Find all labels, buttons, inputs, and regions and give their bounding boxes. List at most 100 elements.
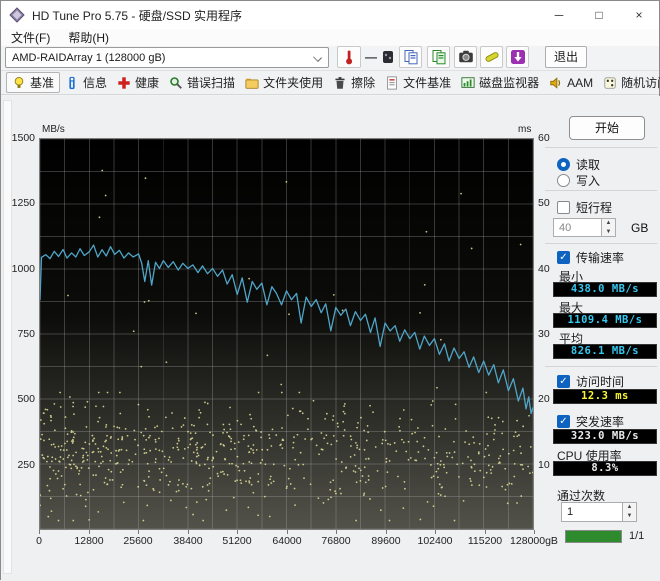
x-axis-tickmark [89,530,90,534]
tab-error-scan[interactable]: 错误扫描 [164,72,240,93]
x-axis-tickmark [287,530,288,534]
tab-folder-usage[interactable]: 文件夹使用 [240,72,328,93]
random-icon [603,76,617,90]
tab-file-benchmark[interactable]: 文件基准 [380,72,456,93]
burst-rate-label: 突发速率 [576,414,625,429]
short-stroke-checkbox[interactable]: 短行程 [557,200,613,215]
magnifier-icon [169,76,183,90]
short-stroke-stepper[interactable]: 40 ▲ ▼ [553,218,616,237]
burst-rate-checkbox[interactable]: 突发速率 [557,414,625,429]
tab-bar: 基准信息健康错误扫描文件夹使用擦除文件基准磁盘监视器AAM随机访问额外测试 [1,70,660,95]
pass-count-stepper-arrows[interactable]: ▲ ▼ [622,502,637,522]
transfer-rate-checkbox[interactable]: 传输速率 [557,250,625,265]
tab-label: 信息 [83,76,108,90]
x-axis-tickmark [485,530,486,534]
app-window: HD Tune Pro 5.75 - 硬盘/SSD 实用程序 ─ □ × 文件(… [0,0,660,581]
write-radio[interactable]: 写入 [557,173,601,188]
tab-label: 基准 [30,76,55,90]
x-axis-tickmark [435,530,436,534]
up-arrow-icon[interactable]: ▲ [602,219,615,228]
menu-bar: 文件(F) 帮助(H) [1,29,659,46]
x-axis-tickmark [534,530,535,534]
folder-icon [245,76,259,90]
burst-rate-checkbox-box [557,414,570,428]
x-axis-tick: 76800 [321,535,351,547]
y-axis-left-title: MB/s [42,124,65,135]
exit-button[interactable]: 退出 [545,46,587,68]
app-icon [9,7,25,23]
write-radio-label: 写入 [576,173,601,188]
transfer-rate-label: 传输速率 [576,250,625,265]
control-panel: 开始 读取 写入 短行程 40 ▲▼ GB 传 [541,96,660,581]
benchmark-chart[interactable] [39,138,534,530]
up-arrow-icon[interactable]: ▲ [623,503,636,512]
tab-disk-monitor[interactable]: 磁盘监视器 [456,72,544,93]
tab-label: 磁盘监视器 [479,76,540,90]
maximize-button[interactable]: □ [579,1,619,29]
tab-health[interactable]: 健康 [112,72,164,93]
minimize-button[interactable]: ─ [539,1,579,29]
trash-icon [333,76,347,90]
camera-button[interactable] [454,46,477,68]
x-axis-tick: 89600 [371,535,401,547]
y-axis-left-tick: 250 [17,459,35,471]
write-radio-circle [557,173,570,187]
progress-label: 1/1 [629,530,645,542]
speaker-icon [549,76,563,90]
title-bar: HD Tune Pro 5.75 - 硬盘/SSD 实用程序 ─ □ × [1,1,659,29]
down-arrow-icon[interactable]: ▼ [602,228,615,237]
y-axis-left-tick: 1500 [11,132,35,144]
y-axis-right-title: ms [518,124,532,135]
y-axis-left-tick: 1250 [11,197,35,209]
toolbar: AMD-RAIDArray 1 (128000 gB) — 退出 [1,46,659,70]
copy-green-button[interactable] [427,46,450,68]
x-axis-tick: 12800 [74,535,104,547]
access-time-checkbox[interactable]: 访问时间 [557,374,624,389]
down-arrow-icon[interactable]: ▼ [623,512,636,521]
download-button[interactable] [506,46,529,68]
device-select[interactable]: AMD-RAIDArray 1 (128000 gB) [5,47,329,68]
tab-label: 随机访问 [621,76,660,90]
x-axis-tick: 25600 [123,535,153,547]
x-axis-tickmark [386,530,387,534]
x-axis-tick: 0 [36,535,42,547]
tab-label: 文件夹使用 [263,76,324,90]
y-axis-left-tick: 500 [17,393,35,405]
y-axis-left-tick: 1000 [11,263,35,275]
main-content: MB/s ms 1500 1250 1000 750 500 250 60 50 40 30 20 1… [1,96,660,581]
pass-count-stepper[interactable]: 1 ▲ ▼ [561,502,637,522]
tab-label: AAM [567,75,594,90]
menu-file[interactable]: 文件(F) [11,29,50,46]
window-title: HD Tune Pro 5.75 - 硬盘/SSD 实用程序 [32,8,243,23]
x-axis-tickmark [336,530,337,534]
x-axis-tick: 64000 [272,535,302,547]
short-stroke-label: 短行程 [576,200,613,215]
copy-button[interactable] [399,46,422,68]
x-axis-tickmark [39,530,40,534]
short-stroke-checkbox-box [557,200,570,214]
save-button[interactable] [480,46,503,68]
tab-info[interactable]: 信息 [60,72,112,93]
start-button[interactable]: 开始 [569,116,645,140]
info-icon [65,76,79,90]
close-button[interactable]: × [619,1,659,29]
access-time-checkbox-box [557,374,570,388]
x-axis-tick: 102400 [417,535,453,547]
x-axis-tickmark [237,530,238,534]
temperature-status-icon [381,50,395,64]
read-radio-label: 读取 [576,157,601,172]
short-stroke-stepper-arrows[interactable]: ▲ ▼ [601,218,616,237]
tab-random-access[interactable]: 随机访问 [598,72,660,93]
pass-count-value[interactable]: 1 [561,502,622,522]
tab-label: 文件基准 [403,76,452,90]
menu-help[interactable]: 帮助(H) [68,29,109,46]
read-radio[interactable]: 读取 [557,157,601,172]
download-icon [510,49,526,65]
read-radio-circle [557,157,570,171]
thermometer-button[interactable] [337,46,361,68]
tab-aam[interactable]: AAM [544,72,598,93]
short-stroke-value[interactable]: 40 [553,218,601,237]
tab-erase[interactable]: 擦除 [328,72,380,93]
filebench-icon [385,75,399,90]
tab-benchmark[interactable]: 基准 [6,72,61,93]
